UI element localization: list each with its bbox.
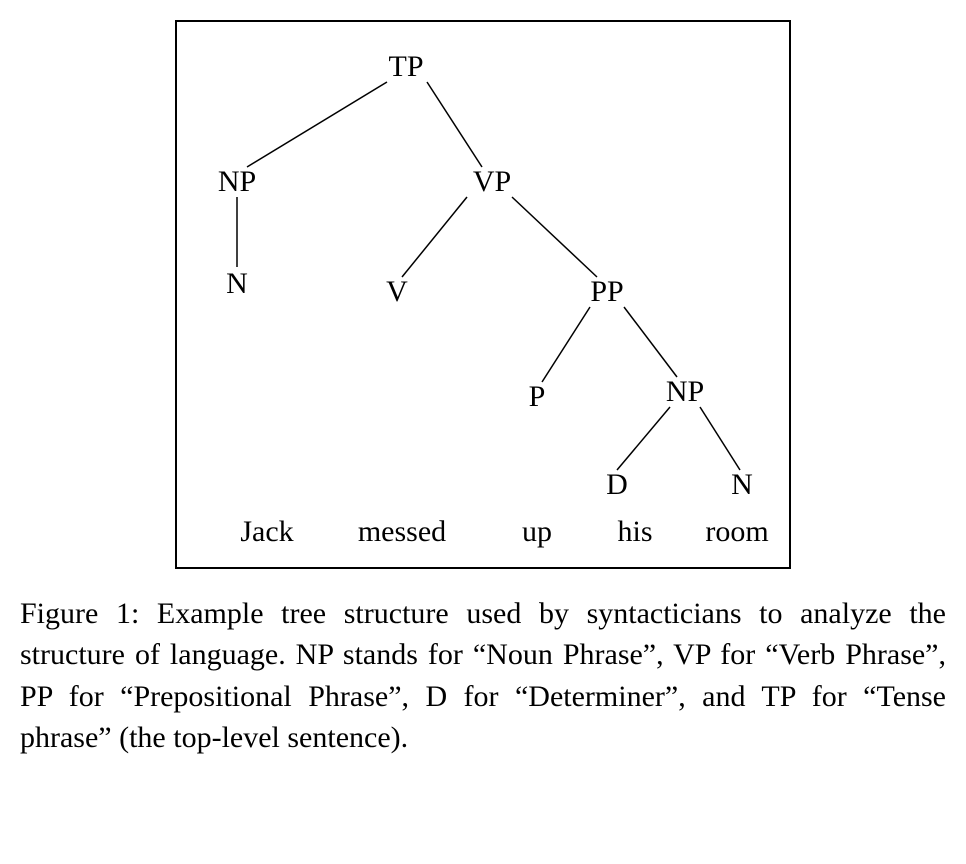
word-his: his [617,517,652,547]
word-room: room [705,517,768,547]
word-messed: messed [358,517,446,547]
tree-edges [177,22,789,567]
node-p: P [529,382,546,412]
figure-caption: Figure 1: Example tree structure used by… [20,593,946,759]
syntax-tree-figure: TP NP VP N V PP P NP D N Jack messed up … [175,20,791,569]
node-np1: NP [218,167,256,197]
word-jack: Jack [240,517,293,547]
word-up: up [522,517,552,547]
node-vp: VP [473,167,511,197]
node-n2: N [731,470,753,500]
node-np2: NP [666,377,704,407]
node-d: D [606,470,628,500]
node-pp: PP [590,277,623,307]
node-tp: TP [388,52,423,82]
node-v: V [386,277,408,307]
node-n1: N [226,269,248,299]
